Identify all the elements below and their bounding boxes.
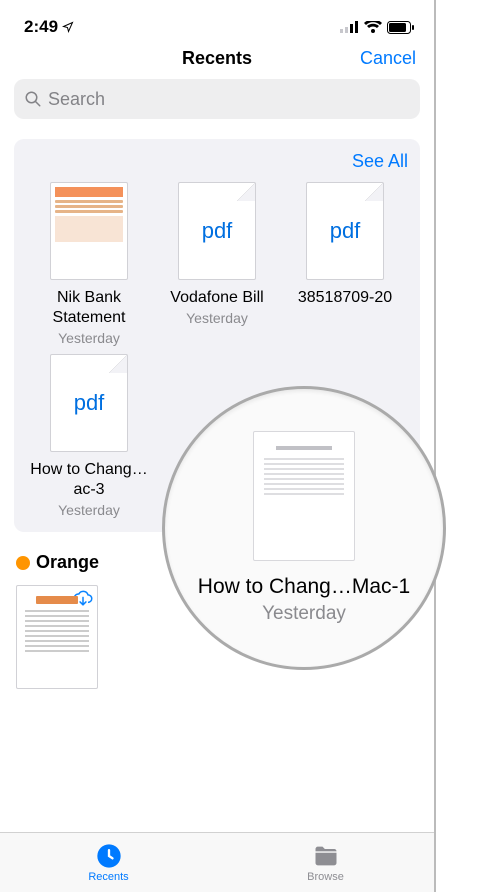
folder-icon	[312, 842, 340, 870]
status-bar: 2:49	[0, 0, 434, 44]
file-thumbnail	[50, 182, 128, 280]
status-time: 2:49	[24, 17, 74, 37]
cellular-icon	[340, 21, 359, 33]
magnified-file-date: Yesterday	[262, 603, 346, 625]
tag-name: Orange	[36, 552, 99, 573]
file-thumbnail: pdf	[306, 182, 384, 280]
file-thumbnail: pdf	[178, 182, 256, 280]
file-item[interactable]: Nik Bank Statement Yesterday	[26, 182, 152, 346]
clock-icon	[95, 842, 123, 870]
search-icon	[24, 90, 42, 108]
tab-bar: Recents Browse	[0, 832, 434, 892]
status-indicators	[340, 21, 414, 34]
magnified-file-name: How to Chang…Mac-1	[198, 575, 410, 599]
nav-bar: Recents Cancel	[0, 44, 434, 79]
file-thumbnail: pdf	[50, 354, 128, 452]
file-name: 38518709-20	[298, 288, 392, 308]
pdf-icon: pdf	[74, 390, 105, 416]
see-all-button[interactable]: See All	[14, 139, 420, 180]
cancel-button[interactable]: Cancel	[360, 48, 416, 69]
tag-color-dot	[16, 556, 30, 570]
tab-recents[interactable]: Recents	[0, 833, 217, 892]
tab-browse[interactable]: Browse	[217, 833, 434, 892]
tab-label: Recents	[88, 871, 128, 883]
file-name: How to Chang…ac-3	[29, 460, 149, 500]
wifi-icon	[364, 21, 382, 33]
location-icon	[62, 21, 74, 33]
magnifier-callout: How to Chang…Mac-1 Yesterday	[162, 386, 446, 670]
file-item[interactable]: pdf 38518709-20	[282, 182, 408, 346]
file-item[interactable]	[16, 585, 98, 689]
file-date: Yesterday	[58, 330, 120, 346]
time-text: 2:49	[24, 17, 58, 37]
pdf-icon: pdf	[202, 218, 233, 244]
battery-icon	[387, 21, 414, 34]
file-item[interactable]: pdf Vodafone Bill Yesterday	[154, 182, 280, 346]
file-name: Vodafone Bill	[170, 288, 263, 308]
search-input[interactable]: Search	[14, 79, 420, 119]
file-item[interactable]: pdf How to Chang…ac-3 Yesterday	[26, 354, 152, 518]
search-placeholder: Search	[48, 89, 105, 110]
magnified-thumbnail	[253, 431, 355, 561]
page-title: Recents	[182, 48, 252, 69]
file-date: Yesterday	[58, 502, 120, 518]
tab-label: Browse	[307, 871, 344, 883]
pdf-icon: pdf	[330, 218, 361, 244]
file-name: Nik Bank Statement	[29, 288, 149, 328]
file-date: Yesterday	[186, 310, 248, 326]
